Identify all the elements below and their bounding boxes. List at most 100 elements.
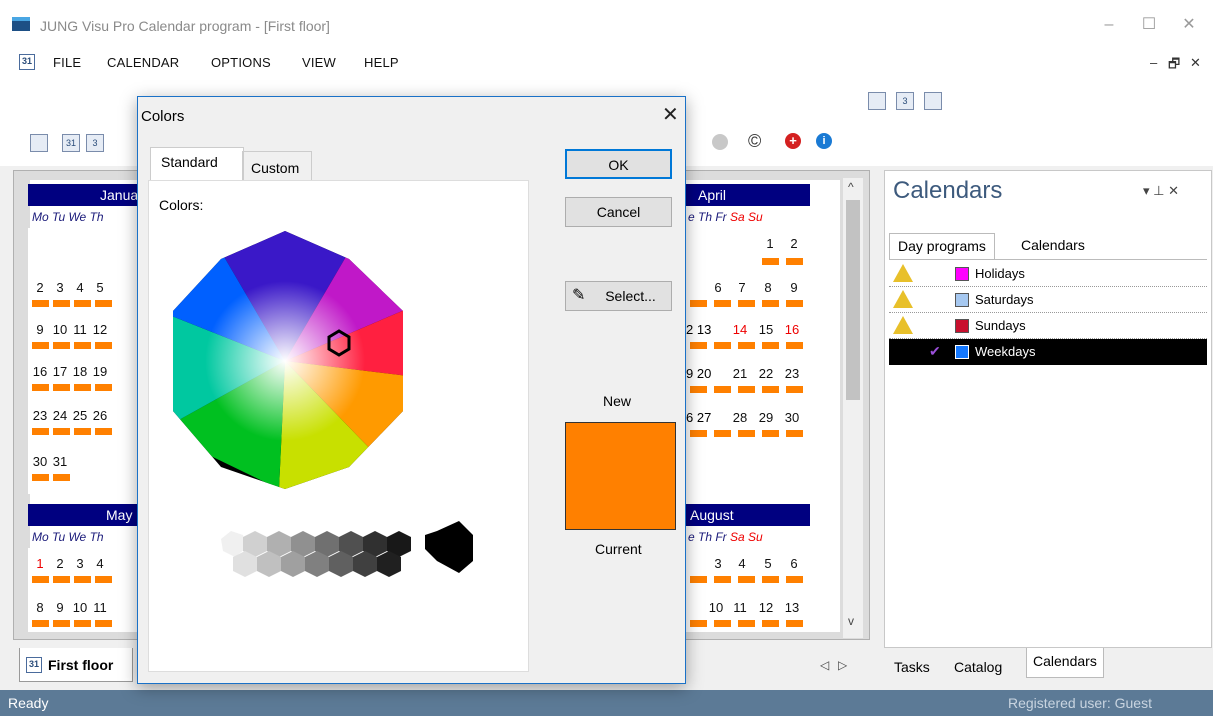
stop-icon[interactable] xyxy=(712,134,728,150)
list-item[interactable]: Sundays xyxy=(889,313,1207,339)
day-number[interactable]: 21 xyxy=(730,366,750,381)
day-number[interactable]: 17 xyxy=(50,364,70,379)
tab-custom[interactable]: Custom xyxy=(242,151,312,181)
day-number[interactable]: 10 xyxy=(70,600,90,615)
day-number[interactable]: 15 xyxy=(756,322,776,337)
close-button[interactable]: ✕ xyxy=(1169,10,1209,40)
day-number[interactable]: 1 xyxy=(30,556,50,571)
day-number[interactable]: 8 xyxy=(30,600,50,615)
day-number[interactable]: 9 xyxy=(30,322,50,337)
day-number[interactable]: 6 xyxy=(784,556,804,571)
tab-day-programs[interactable]: Day programs xyxy=(889,233,995,259)
day-number[interactable]: 30 xyxy=(782,410,802,425)
scroll-down-icon[interactable]: v xyxy=(848,614,854,628)
day-number[interactable]: 28 xyxy=(730,410,750,425)
day-number[interactable]: 24 xyxy=(50,408,70,423)
day-number[interactable]: 14 xyxy=(730,322,750,337)
week-view-icon[interactable]: 3 xyxy=(86,134,104,152)
day-number[interactable]: 7 xyxy=(732,280,752,295)
day-number[interactable]: 4 xyxy=(70,280,90,295)
day-number[interactable]: 9 xyxy=(784,280,804,295)
menu-view[interactable]: VIEW xyxy=(302,55,336,70)
scroll-up-icon[interactable]: ^ xyxy=(848,180,854,194)
day-number[interactable]: 30 xyxy=(30,454,50,469)
day-number[interactable]: 5 xyxy=(758,556,778,571)
day-number[interactable]: 23 xyxy=(30,408,50,423)
mdi-close-button[interactable]: ✕ xyxy=(1190,55,1201,71)
new-document-icon[interactable] xyxy=(30,134,48,152)
panel-pin-close-icons[interactable]: ▾ ⊥ ✕ xyxy=(1143,183,1179,199)
day-number[interactable]: 9 xyxy=(50,600,70,615)
cancel-button[interactable]: Cancel xyxy=(565,197,672,227)
maximize-button[interactable]: ☐ xyxy=(1129,10,1169,40)
day-number[interactable]: 3 xyxy=(70,556,90,571)
day-number[interactable]: 11 xyxy=(730,600,750,615)
day-number[interactable]: 18 xyxy=(70,364,90,379)
day-number[interactable]: 9 20 xyxy=(686,366,726,381)
info-icon[interactable]: i xyxy=(816,133,832,149)
black-color-hexagon[interactable] xyxy=(425,521,473,573)
day-number[interactable]: 22 xyxy=(756,366,776,381)
day-number[interactable]: 2 xyxy=(30,280,50,295)
day-number[interactable]: 12 xyxy=(756,600,776,615)
day-number[interactable]: 19 xyxy=(90,364,110,379)
list-view-icon[interactable] xyxy=(924,92,942,110)
day-number[interactable]: 6 27 xyxy=(686,410,726,425)
tab-calendars[interactable]: Calendars xyxy=(1013,233,1093,259)
day-number[interactable]: 13 xyxy=(782,600,802,615)
list-item[interactable]: Saturdays xyxy=(889,287,1207,313)
day-number[interactable]: 2 13 xyxy=(686,322,726,337)
day-program-icon[interactable] xyxy=(868,92,886,110)
tab-prev-icon[interactable]: ◁ xyxy=(820,658,829,672)
tab-standard[interactable]: Standard xyxy=(150,147,244,181)
day-number[interactable]: 11 xyxy=(90,600,110,615)
day-number[interactable]: 23 xyxy=(782,366,802,381)
day-number[interactable]: 29 xyxy=(756,410,776,425)
day-number[interactable]: 1 xyxy=(760,236,780,251)
grayscale-row[interactable] xyxy=(221,531,411,577)
mdi-restore-button[interactable]: 🗗 xyxy=(1168,55,1180,77)
day-number[interactable]: 16 xyxy=(782,322,802,337)
day-number[interactable]: 3 xyxy=(50,280,70,295)
day-number[interactable]: 3 xyxy=(708,556,728,571)
day-number[interactable]: 5 xyxy=(90,280,110,295)
ok-button[interactable]: OK xyxy=(565,149,672,179)
minimize-button[interactable]: – xyxy=(1089,10,1129,40)
day-number[interactable]: 6 xyxy=(708,280,728,295)
menu-help[interactable]: HELP xyxy=(364,55,399,70)
day-number[interactable]: 10 xyxy=(50,322,70,337)
menu-file[interactable]: FILE xyxy=(53,55,81,70)
add-icon[interactable]: + xyxy=(785,133,801,149)
document-tab-first-floor[interactable]: 31 First floor xyxy=(19,648,133,682)
day-program-bar xyxy=(690,620,707,627)
day-number[interactable]: 31 xyxy=(50,454,70,469)
color-wheel[interactable] xyxy=(149,231,529,491)
day-number[interactable]: 12 xyxy=(90,322,110,337)
day-number[interactable]: 26 xyxy=(90,408,110,423)
day-number[interactable]: 4 xyxy=(90,556,110,571)
day-number[interactable]: 10 xyxy=(706,600,726,615)
day-number[interactable]: 2 xyxy=(50,556,70,571)
scrollbar-thumb[interactable] xyxy=(846,200,860,400)
copyright-icon[interactable]: © xyxy=(748,131,761,152)
month-view-icon[interactable]: 31 xyxy=(62,134,80,152)
list-item-selected[interactable]: ✔ Weekdays xyxy=(889,339,1207,365)
day-number[interactable]: 8 xyxy=(758,280,778,295)
day-number[interactable]: 25 xyxy=(70,408,90,423)
day-number[interactable]: 11 xyxy=(70,322,90,337)
select-button[interactable]: ✎ Select... xyxy=(565,281,672,311)
color-hexagon-picker[interactable] xyxy=(149,231,529,651)
tab-calendars-bottom[interactable]: Calendars xyxy=(1026,648,1104,678)
menu-options[interactable]: OPTIONS xyxy=(211,55,271,70)
day-number[interactable]: 16 xyxy=(30,364,50,379)
tab-next-icon[interactable]: ▷ xyxy=(838,658,847,672)
day-number[interactable]: 4 xyxy=(732,556,752,571)
list-item[interactable]: Holidays xyxy=(889,261,1207,287)
day-number[interactable]: 2 xyxy=(784,236,804,251)
tab-tasks[interactable]: Tasks xyxy=(888,654,936,684)
mdi-minimize-button[interactable]: – xyxy=(1150,55,1157,70)
calendar-view-icon[interactable]: 3 xyxy=(896,92,914,110)
tab-catalog[interactable]: Catalog xyxy=(948,654,1008,684)
dialog-close-button[interactable]: ✕ xyxy=(662,102,679,127)
menu-calendar[interactable]: CALENDAR xyxy=(107,55,179,70)
